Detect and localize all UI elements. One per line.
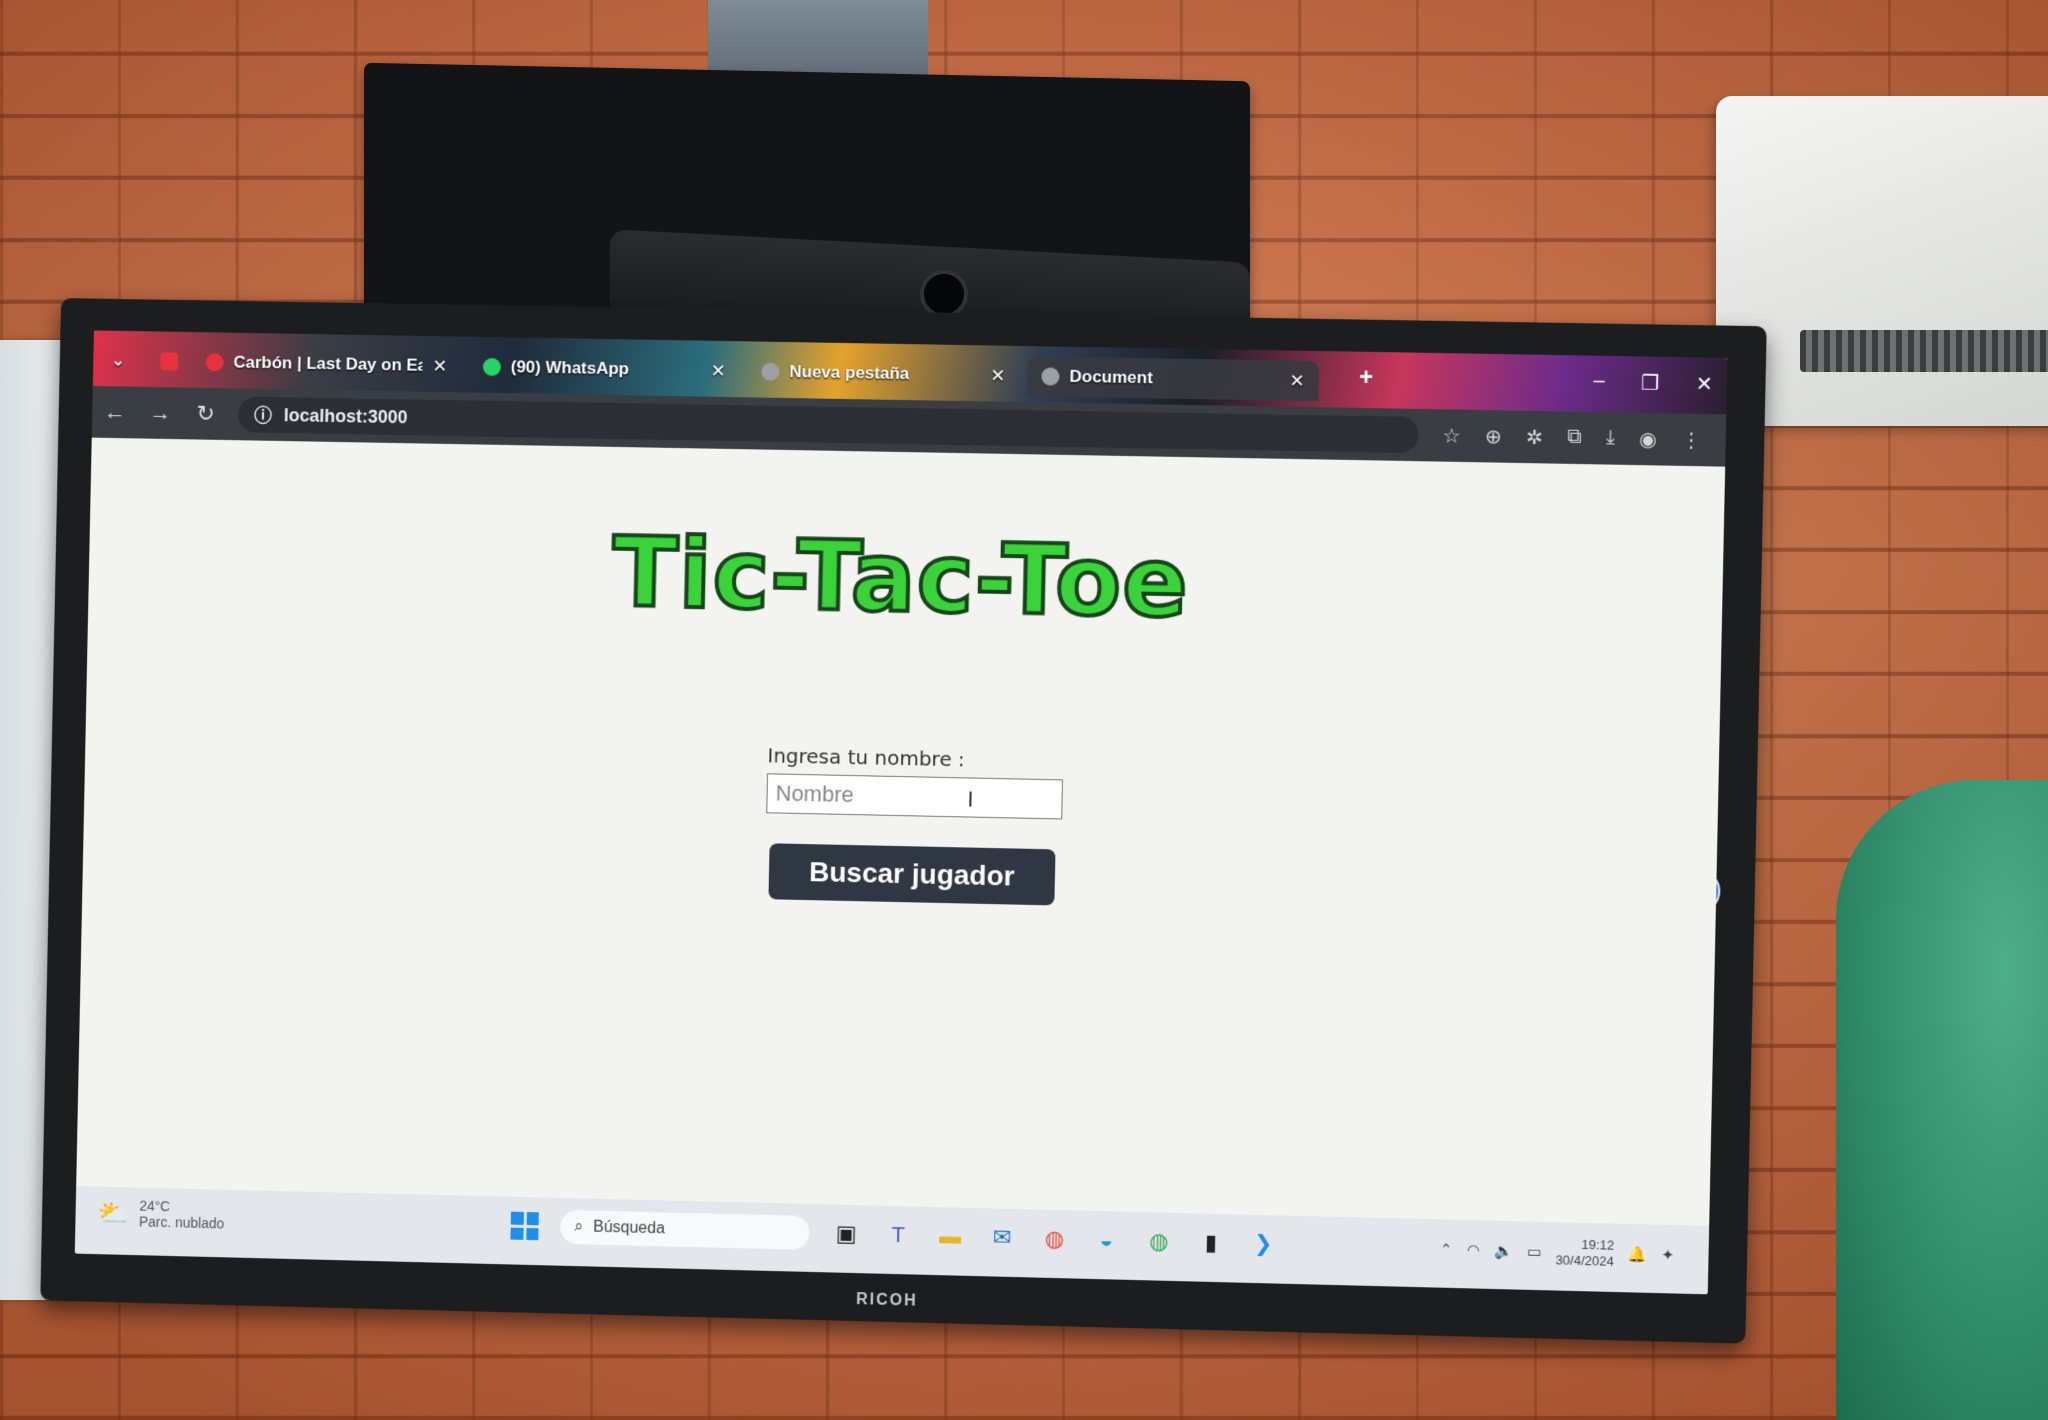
chevron-down-icon: ⌄ bbox=[110, 350, 126, 370]
copilot-icon[interactable]: ✦ bbox=[1661, 1246, 1674, 1264]
windows-start-icon[interactable] bbox=[510, 1211, 539, 1241]
name-label: Ingresa tu nombre : bbox=[767, 743, 966, 772]
clock-time: 19:12 bbox=[1581, 1236, 1615, 1253]
weather-widget[interactable]: ⛅ 24°C Parc. nublado bbox=[97, 1197, 225, 1232]
tab-label: (90) WhatsApp bbox=[510, 357, 630, 379]
forward-arrow-icon[interactable]: → bbox=[137, 400, 183, 427]
person-green-shirt bbox=[1836, 780, 2048, 1420]
edge-icon[interactable]: ◒ bbox=[1091, 1225, 1122, 1256]
site-info-icon[interactable]: ⓘ bbox=[254, 402, 272, 428]
task-view-icon[interactable]: ▣ bbox=[831, 1218, 862, 1249]
wifi-icon[interactable]: ◠ bbox=[1467, 1241, 1481, 1259]
close-icon[interactable]: ✕ bbox=[432, 356, 447, 377]
chrome-icon bbox=[761, 362, 780, 381]
clock-date: 30/4/2024 bbox=[1555, 1252, 1615, 1269]
air-conditioner bbox=[1716, 96, 2048, 426]
puzzle-extensions-icon[interactable]: ⧉ bbox=[1567, 425, 1582, 450]
clock[interactable]: 19:12 30/4/2024 bbox=[1555, 1236, 1614, 1270]
download-icon[interactable]: ⤓ bbox=[1606, 426, 1615, 451]
tv-display: ▶ ◀ ⌄ Carbón | Last Day on Earth: Su ✕ (… bbox=[40, 298, 1767, 1344]
search-player-button[interactable]: Buscar jugador bbox=[768, 843, 1056, 906]
new-tab-plus-icon[interactable]: + bbox=[1359, 364, 1374, 392]
tab-label: Nueva pestaña bbox=[789, 362, 910, 384]
chrome-profile-icon[interactable]: ◍ bbox=[1143, 1226, 1174, 1257]
search-icon: ⌕ bbox=[574, 1218, 584, 1236]
reload-icon[interactable]: ↻ bbox=[183, 400, 229, 427]
close-icon[interactable]: ✕ bbox=[990, 365, 1006, 386]
chevron-up-icon[interactable]: ⌃ bbox=[1440, 1240, 1453, 1258]
globe-icon bbox=[1041, 367, 1060, 386]
name-form: Ingresa tu nombre : Nombre I Buscar juga… bbox=[766, 743, 1067, 906]
tab-carbon[interactable]: Carbón | Last Day on Earth: Su ✕ bbox=[192, 342, 462, 386]
extension-icon[interactable]: ⊕ bbox=[1485, 424, 1502, 449]
tab-label: Document bbox=[1069, 366, 1154, 388]
tab-youtube[interactable] bbox=[146, 341, 190, 381]
tab-document[interactable]: Document ✕ bbox=[1026, 356, 1320, 402]
browser-window: ⌄ Carbón | Last Day on Earth: Su ✕ (90) … bbox=[74, 330, 1728, 1295]
volume-icon[interactable]: 🔈 bbox=[1494, 1242, 1513, 1261]
name-input-placeholder: Nombre bbox=[775, 780, 854, 808]
notification-bell-icon[interactable]: 🔔 bbox=[1628, 1245, 1647, 1264]
taskbar-apps: ⌕ Búsqueda ▣ T ▬ ✉ ◍ ◒ ◍ ▮ ❯ bbox=[510, 1209, 1278, 1262]
system-tray: ⌃ ◠ 🔈 ▭ 19:12 30/4/2024 🔔 ✦ bbox=[1440, 1233, 1675, 1271]
web-page: Tic-Tac-Toe Ingresa tu nombre : Nombre I… bbox=[76, 437, 1726, 1226]
whatsapp-icon bbox=[482, 357, 502, 377]
terminal-icon[interactable]: ▮ bbox=[1196, 1227, 1227, 1258]
battery-icon[interactable]: ▭ bbox=[1527, 1243, 1542, 1261]
back-arrow-icon[interactable]: ← bbox=[92, 399, 138, 426]
settings-gear-icon[interactable]: ✲ bbox=[1526, 424, 1543, 449]
taskbar-search-placeholder: Búsqueda bbox=[592, 1218, 666, 1238]
text-cursor-icon: I bbox=[967, 786, 974, 812]
tab-favicon-icon bbox=[205, 353, 224, 372]
tab-search-button[interactable]: ⌄ bbox=[97, 340, 147, 381]
partly-cloudy-icon: ⛅ bbox=[97, 1197, 130, 1228]
toolbar-icons: ☆ ⊕ ✲ ⧉ ⤓ ◉ ⋮ bbox=[1442, 423, 1726, 453]
close-icon[interactable]: ✕ bbox=[1289, 370, 1305, 391]
window-controls: – ❐ ✕ bbox=[1593, 370, 1713, 397]
camera-lens bbox=[920, 270, 968, 318]
profile-avatar-icon[interactable]: ◉ bbox=[1639, 426, 1657, 451]
file-explorer-icon[interactable]: ▬ bbox=[935, 1221, 966, 1252]
restore-icon[interactable]: ❐ bbox=[1641, 371, 1660, 396]
air-conditioner-vent bbox=[1800, 330, 2048, 372]
name-input[interactable]: Nombre I bbox=[766, 773, 1064, 820]
tab-label: Carbón | Last Day on Earth: Su bbox=[233, 352, 423, 376]
tab-nueva-pestana[interactable]: Nueva pestaña ✕ bbox=[747, 351, 1020, 396]
mail-icon[interactable]: ✉ bbox=[987, 1222, 1018, 1253]
vscode-icon[interactable]: ❯ bbox=[1248, 1229, 1279, 1260]
youtube-icon bbox=[160, 352, 179, 371]
close-icon[interactable]: ✕ bbox=[710, 360, 725, 381]
weather-desc: Parc. nublado bbox=[138, 1213, 225, 1232]
taskbar-search[interactable]: ⌕ Búsqueda bbox=[560, 1209, 810, 1250]
teams-icon[interactable]: T bbox=[883, 1220, 914, 1251]
url-text: localhost:3000 bbox=[283, 404, 408, 427]
minimize-icon[interactable]: – bbox=[1593, 370, 1605, 395]
kebab-menu-icon[interactable]: ⋮ bbox=[1681, 427, 1702, 453]
page-title: Tic-Tac-Toe bbox=[609, 515, 1191, 642]
chrome-icon[interactable]: ◍ bbox=[1039, 1224, 1070, 1255]
tab-whatsapp[interactable]: (90) WhatsApp ✕ bbox=[469, 347, 740, 392]
bookmark-star-icon[interactable]: ☆ bbox=[1442, 423, 1461, 448]
close-window-icon[interactable]: ✕ bbox=[1695, 371, 1713, 396]
